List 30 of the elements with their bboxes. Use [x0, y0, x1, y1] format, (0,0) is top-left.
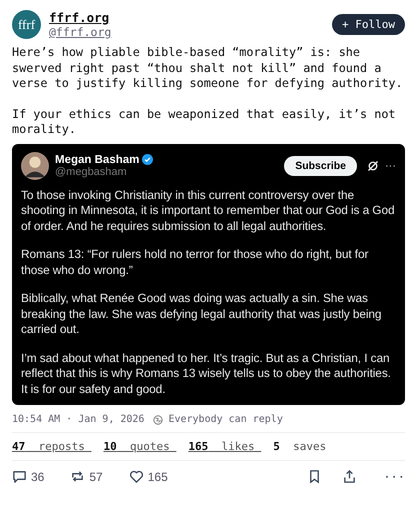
stat-text: 5 saves: [273, 440, 328, 453]
like-button[interactable]: 165: [128, 469, 168, 484]
speech-bubble-icon: [12, 469, 27, 484]
post-text: To those invoking Christianity in this current controversy over the shooting in Minnesota, it is important to remember that our God is a God of order. And he requires submission to all legal authorities.: [21, 188, 396, 234]
repost-icon: [70, 469, 86, 484]
timestamp: 10:54 AM · Jan 9, 2026: [12, 414, 144, 425]
heart-icon: [128, 469, 144, 484]
avatar[interactable]: ffrf: [12, 10, 41, 39]
slashed-circle-icon: [367, 160, 379, 172]
globe-icon: [153, 414, 164, 424]
stat-link[interactable]: 165 likes: [188, 440, 262, 453]
share-icon[interactable]: [342, 469, 358, 484]
reply-setting: Everybody can reply: [168, 414, 283, 425]
post-text: Romans 13: “For rulers hold no terror for those who do right, but for those who do wrong.”: [21, 247, 370, 278]
post-text: Here’s how pliable bible-based “morality” is: she swerved right past “thou shalt not kill” and found a verse to justify killing someone for defying authority.: [12, 45, 404, 92]
author-handle: @megbasham: [55, 166, 128, 178]
post-text: Biblically, what Renée Good was doing was actually a sin. She was breaking the law. She was defying legal authority that was justly being carried out.: [21, 291, 382, 338]
repost-button[interactable]: 57: [70, 469, 103, 484]
author-name: Megan Basham: [55, 154, 140, 166]
post-text: If your ethics can be weaponized that easily, it’s not morality.: [12, 106, 397, 138]
reply-button[interactable]: 36: [12, 469, 44, 484]
author-handle[interactable]: @ffrf.org: [49, 25, 324, 39]
follow-button[interactable]: + Follow: [332, 14, 405, 35]
stat-link[interactable]: 47 reposts: [12, 440, 92, 453]
more-icon: ···: [385, 160, 396, 172]
avatar: [21, 152, 49, 180]
more-button[interactable]: ···: [383, 470, 405, 484]
stat-link[interactable]: 10 quotes: [103, 440, 176, 453]
post-text: I’m sad about what happened to her. It’s tragic. But as a Christian, I can reflect that this is why Romans 13 wisely tells us to obey the authorities. It is for our safety and good.: [21, 350, 392, 397]
author-name[interactable]: ffrf.org: [49, 10, 324, 25]
